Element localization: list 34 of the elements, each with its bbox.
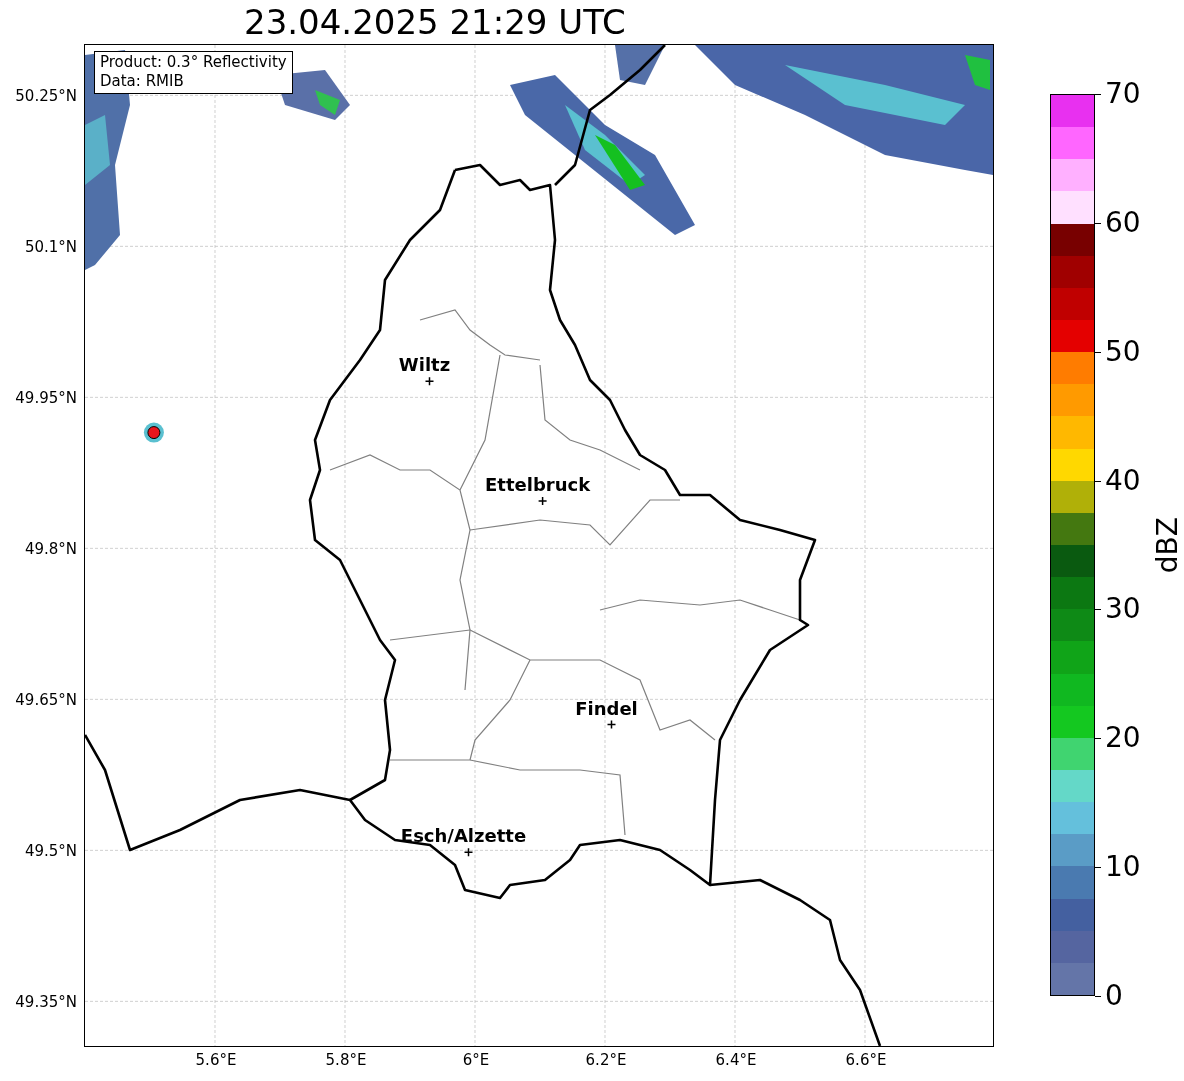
longitude-label: 6°E: [462, 1051, 490, 1069]
latitude-label: 49.5°N: [24, 842, 77, 861]
colorbar-tick-label: 0: [1105, 981, 1123, 1011]
info-text: Product: 0.3° Reflectivity: [100, 53, 287, 72]
latitude-label: 49.65°N: [15, 691, 77, 710]
place-marker-icon: [424, 376, 435, 386]
longitude-label: 6.6°E: [845, 1051, 887, 1069]
place-marker-icon: [606, 719, 617, 730]
latitude-label: 50.1°N: [24, 238, 77, 257]
chart-title: 23.04.2025 21:29 UTC: [243, 1, 627, 44]
longitude-label: 5.8°E: [325, 1051, 367, 1069]
place-label: Ettelbruck: [485, 474, 591, 496]
colorbar-tick-label: 70: [1105, 79, 1141, 109]
place-label: Wiltz: [398, 354, 451, 376]
info-text: Data: RMIB: [100, 72, 185, 91]
longitude-label: 6.2°E: [585, 1051, 627, 1069]
place-label: Findel: [575, 697, 638, 719]
colorbar-tick-label: 10: [1105, 852, 1141, 883]
place-label: Esch/Alzette: [400, 825, 527, 847]
colorbar-tick-label: 60: [1105, 207, 1141, 238]
latitude-label: 49.8°N: [24, 540, 77, 559]
longitude-label: 6.4°E: [715, 1051, 757, 1069]
radar-site-marker: [143, 422, 164, 443]
longitude-label: 5.6°E: [195, 1051, 237, 1069]
latitude-label: 49.35°N: [15, 993, 77, 1012]
latitude-label: 50.25°N: [15, 87, 77, 106]
colorbar-tick-label: 20: [1105, 723, 1141, 754]
colorbar-tick-label: 30: [1105, 594, 1141, 625]
colorbar-tick-label: 50: [1105, 336, 1141, 367]
place-marker-icon: [537, 496, 548, 506]
latitude-label: 49.95°N: [15, 389, 77, 408]
place-marker-icon: [463, 847, 474, 858]
colorbar-label: dBZ: [1151, 516, 1184, 574]
colorbar-tick-label: 40: [1105, 465, 1141, 496]
